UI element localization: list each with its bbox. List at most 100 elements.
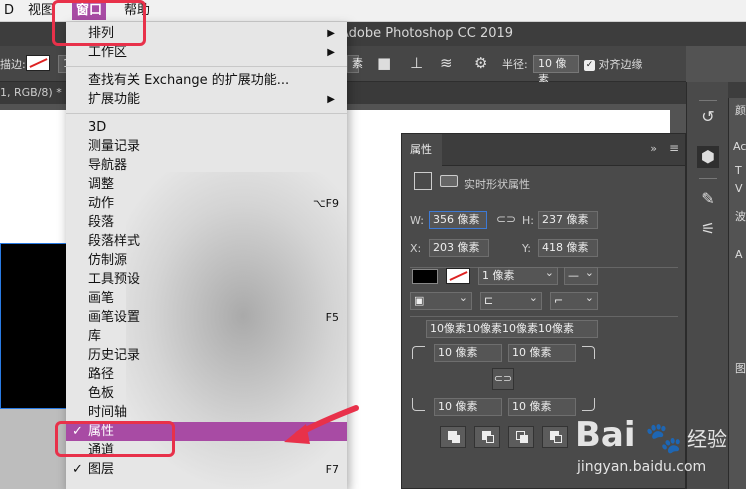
menu-item-label: 画笔 bbox=[88, 291, 115, 306]
menu-item[interactable]: 画笔设置 F5 bbox=[66, 308, 347, 327]
history-icon[interactable]: ↺ bbox=[697, 106, 719, 128]
align-edges-label: 对齐边缘 bbox=[598, 58, 643, 71]
stroke-corners-dropdown[interactable]: ⌐ bbox=[550, 290, 598, 310]
corner-bl-icon bbox=[412, 398, 425, 411]
checkmark-icon: ✓ bbox=[72, 462, 83, 477]
x-input[interactable]: 203 像素 bbox=[429, 239, 489, 257]
menu-item[interactable]: 查找有关 Exchange 的扩展功能... bbox=[66, 71, 347, 90]
corner-tl-input[interactable]: 10 像素 bbox=[434, 344, 502, 362]
checkbox-check-icon: ✓ bbox=[584, 59, 595, 71]
menu-item-label: 扩展功能 bbox=[88, 92, 141, 107]
menu-item-label: 工作区 bbox=[88, 45, 128, 60]
3d-icon[interactable]: ⬢ bbox=[697, 146, 719, 168]
menu-item[interactable]: 历史记录 bbox=[66, 346, 347, 365]
dock-grip bbox=[699, 100, 717, 101]
tab-properties[interactable]: 属性 bbox=[402, 134, 442, 166]
text-wave-label: 波 bbox=[735, 210, 746, 223]
annotation-highlight-properties-item bbox=[55, 421, 175, 457]
intersect-shapes-button[interactable] bbox=[508, 426, 534, 448]
link-dimensions-icon[interactable]: ⊂⊃ bbox=[496, 212, 516, 226]
submenu-arrow-icon: ▶ bbox=[327, 94, 335, 105]
menu-item-label: 仿制源 bbox=[88, 253, 128, 268]
panel-menu-icon[interactable]: ≡ bbox=[669, 141, 679, 155]
path-alignment-icon[interactable]: ⊥ bbox=[410, 54, 423, 72]
corner-bl-input[interactable]: 10 像素 bbox=[434, 398, 502, 416]
menu-item[interactable]: 测量记录 bbox=[66, 137, 347, 156]
gear-icon[interactable]: ⚙ bbox=[474, 54, 487, 72]
menu-item[interactable]: 段落样式 bbox=[66, 232, 347, 251]
menu-item[interactable]: 段落 bbox=[66, 213, 347, 232]
menu-item-label: 工具预设 bbox=[88, 272, 141, 287]
brush-icon[interactable]: ✎ bbox=[697, 188, 719, 210]
path-arrangement-icon[interactable]: ≋ bbox=[440, 54, 453, 72]
stroke-align-dropdown[interactable]: ▣ bbox=[410, 290, 472, 310]
corner-br-input[interactable]: 10 像素 bbox=[508, 398, 576, 416]
path-operations-icon[interactable]: ■ bbox=[377, 54, 391, 72]
menu-item[interactable]: 扩展功能 ▶ bbox=[66, 90, 347, 109]
menu-item[interactable]: 库 bbox=[66, 327, 347, 346]
stroke-type-dropdown[interactable]: — bbox=[564, 265, 598, 285]
window-title: Adobe Photoshop CC 2019 bbox=[340, 26, 514, 41]
menu-item-3d-partial[interactable]: D bbox=[0, 2, 18, 20]
shape-props-label: 实时形状属性 bbox=[464, 178, 530, 191]
collapse-panel-icon[interactable]: » bbox=[650, 142, 657, 155]
menu-item[interactable]: 仿制源 bbox=[66, 251, 347, 270]
submenu-arrow-icon: ▶ bbox=[327, 47, 335, 58]
menu-item[interactable]: 工具预设 bbox=[66, 270, 347, 289]
menu-item[interactable]: 导航器 bbox=[66, 156, 347, 175]
menu-item-label: 时间轴 bbox=[88, 405, 128, 420]
menu-item[interactable]: 3D bbox=[66, 118, 347, 137]
color-panel-label: 颜 bbox=[735, 104, 746, 117]
canvas-shape-rectangle[interactable] bbox=[0, 243, 72, 409]
watermark-brand: Bai bbox=[575, 415, 636, 455]
align-edges-checkbox[interactable]: ✓ 对齐边缘 bbox=[584, 56, 643, 72]
menu-item[interactable]: 调整 bbox=[66, 175, 347, 194]
corner-radii-summary[interactable]: 10像素10像素10像素10像素 bbox=[426, 320, 598, 338]
shape-transform-icon bbox=[414, 172, 432, 190]
partial-field[interactable]: 素 bbox=[347, 55, 363, 73]
corner-tr-input[interactable]: 10 像素 bbox=[508, 344, 576, 362]
menu-item-label: 3D bbox=[88, 120, 107, 135]
menu-item-label: 库 bbox=[88, 329, 102, 344]
watermark-brand-cn: 经验 bbox=[687, 427, 727, 451]
y-input[interactable]: 418 像素 bbox=[538, 239, 598, 257]
menu-item-label: 查找有关 Exchange 的扩展功能... bbox=[88, 73, 290, 88]
baidu-jingyan-watermark: Bai 🐾 经验 jingyan.baidu.com bbox=[575, 415, 745, 485]
menu-item-label: 色板 bbox=[88, 386, 115, 401]
unite-shapes-button[interactable] bbox=[440, 426, 466, 448]
subtract-shapes-button[interactable] bbox=[474, 426, 500, 448]
w-input[interactable]: 356 像素 bbox=[429, 211, 487, 229]
text-v-label: V bbox=[735, 182, 743, 195]
menu-shortcut: F7 bbox=[325, 463, 339, 476]
stroke-width-dropdown[interactable]: 1 像素 bbox=[478, 265, 558, 285]
stroke-caps-dropdown[interactable]: ⊏ bbox=[480, 290, 542, 310]
menu-item-label: 图层 bbox=[88, 462, 115, 477]
menu-item[interactable]: 路径 bbox=[66, 365, 347, 384]
fill-color-swatch[interactable] bbox=[412, 269, 438, 284]
panel-tab-row: 属性 » ≡ bbox=[402, 134, 685, 166]
menu-item-label: 测量记录 bbox=[88, 139, 141, 154]
dock-grip bbox=[699, 178, 717, 179]
radius-input[interactable]: 10 像素 bbox=[533, 55, 579, 86]
menu-separator bbox=[66, 66, 347, 67]
document-tab[interactable]: 1, RGB/8) * bbox=[0, 86, 62, 99]
stroke-color-swatch[interactable] bbox=[26, 55, 50, 71]
radius-label: 半径: bbox=[502, 58, 528, 71]
menu-item[interactable]: 色板 bbox=[66, 384, 347, 403]
stroke-color-swatch-panel[interactable] bbox=[446, 268, 470, 284]
stroke-label: 描边: bbox=[0, 58, 26, 71]
brush-settings-icon[interactable]: ⚟ bbox=[697, 218, 719, 240]
h-input[interactable]: 237 像素 bbox=[538, 211, 598, 229]
layers-panel-label: 图 bbox=[735, 362, 746, 375]
menu-item-label: 段落样式 bbox=[88, 234, 141, 249]
h-label: H: bbox=[522, 214, 534, 227]
exclude-shapes-button[interactable] bbox=[542, 426, 568, 448]
w-label: W: bbox=[410, 214, 424, 227]
text-a-label: A bbox=[735, 248, 743, 261]
x-label: X: bbox=[410, 242, 422, 255]
menu-item[interactable]: 动作 ⌥F9 bbox=[66, 194, 347, 213]
menu-item[interactable]: 画笔 bbox=[66, 289, 347, 308]
menu-item[interactable]: ✓ 图层 F7 bbox=[66, 460, 347, 479]
divider bbox=[410, 316, 678, 317]
link-corners-icon[interactable]: ⊂⊃ bbox=[492, 368, 514, 390]
